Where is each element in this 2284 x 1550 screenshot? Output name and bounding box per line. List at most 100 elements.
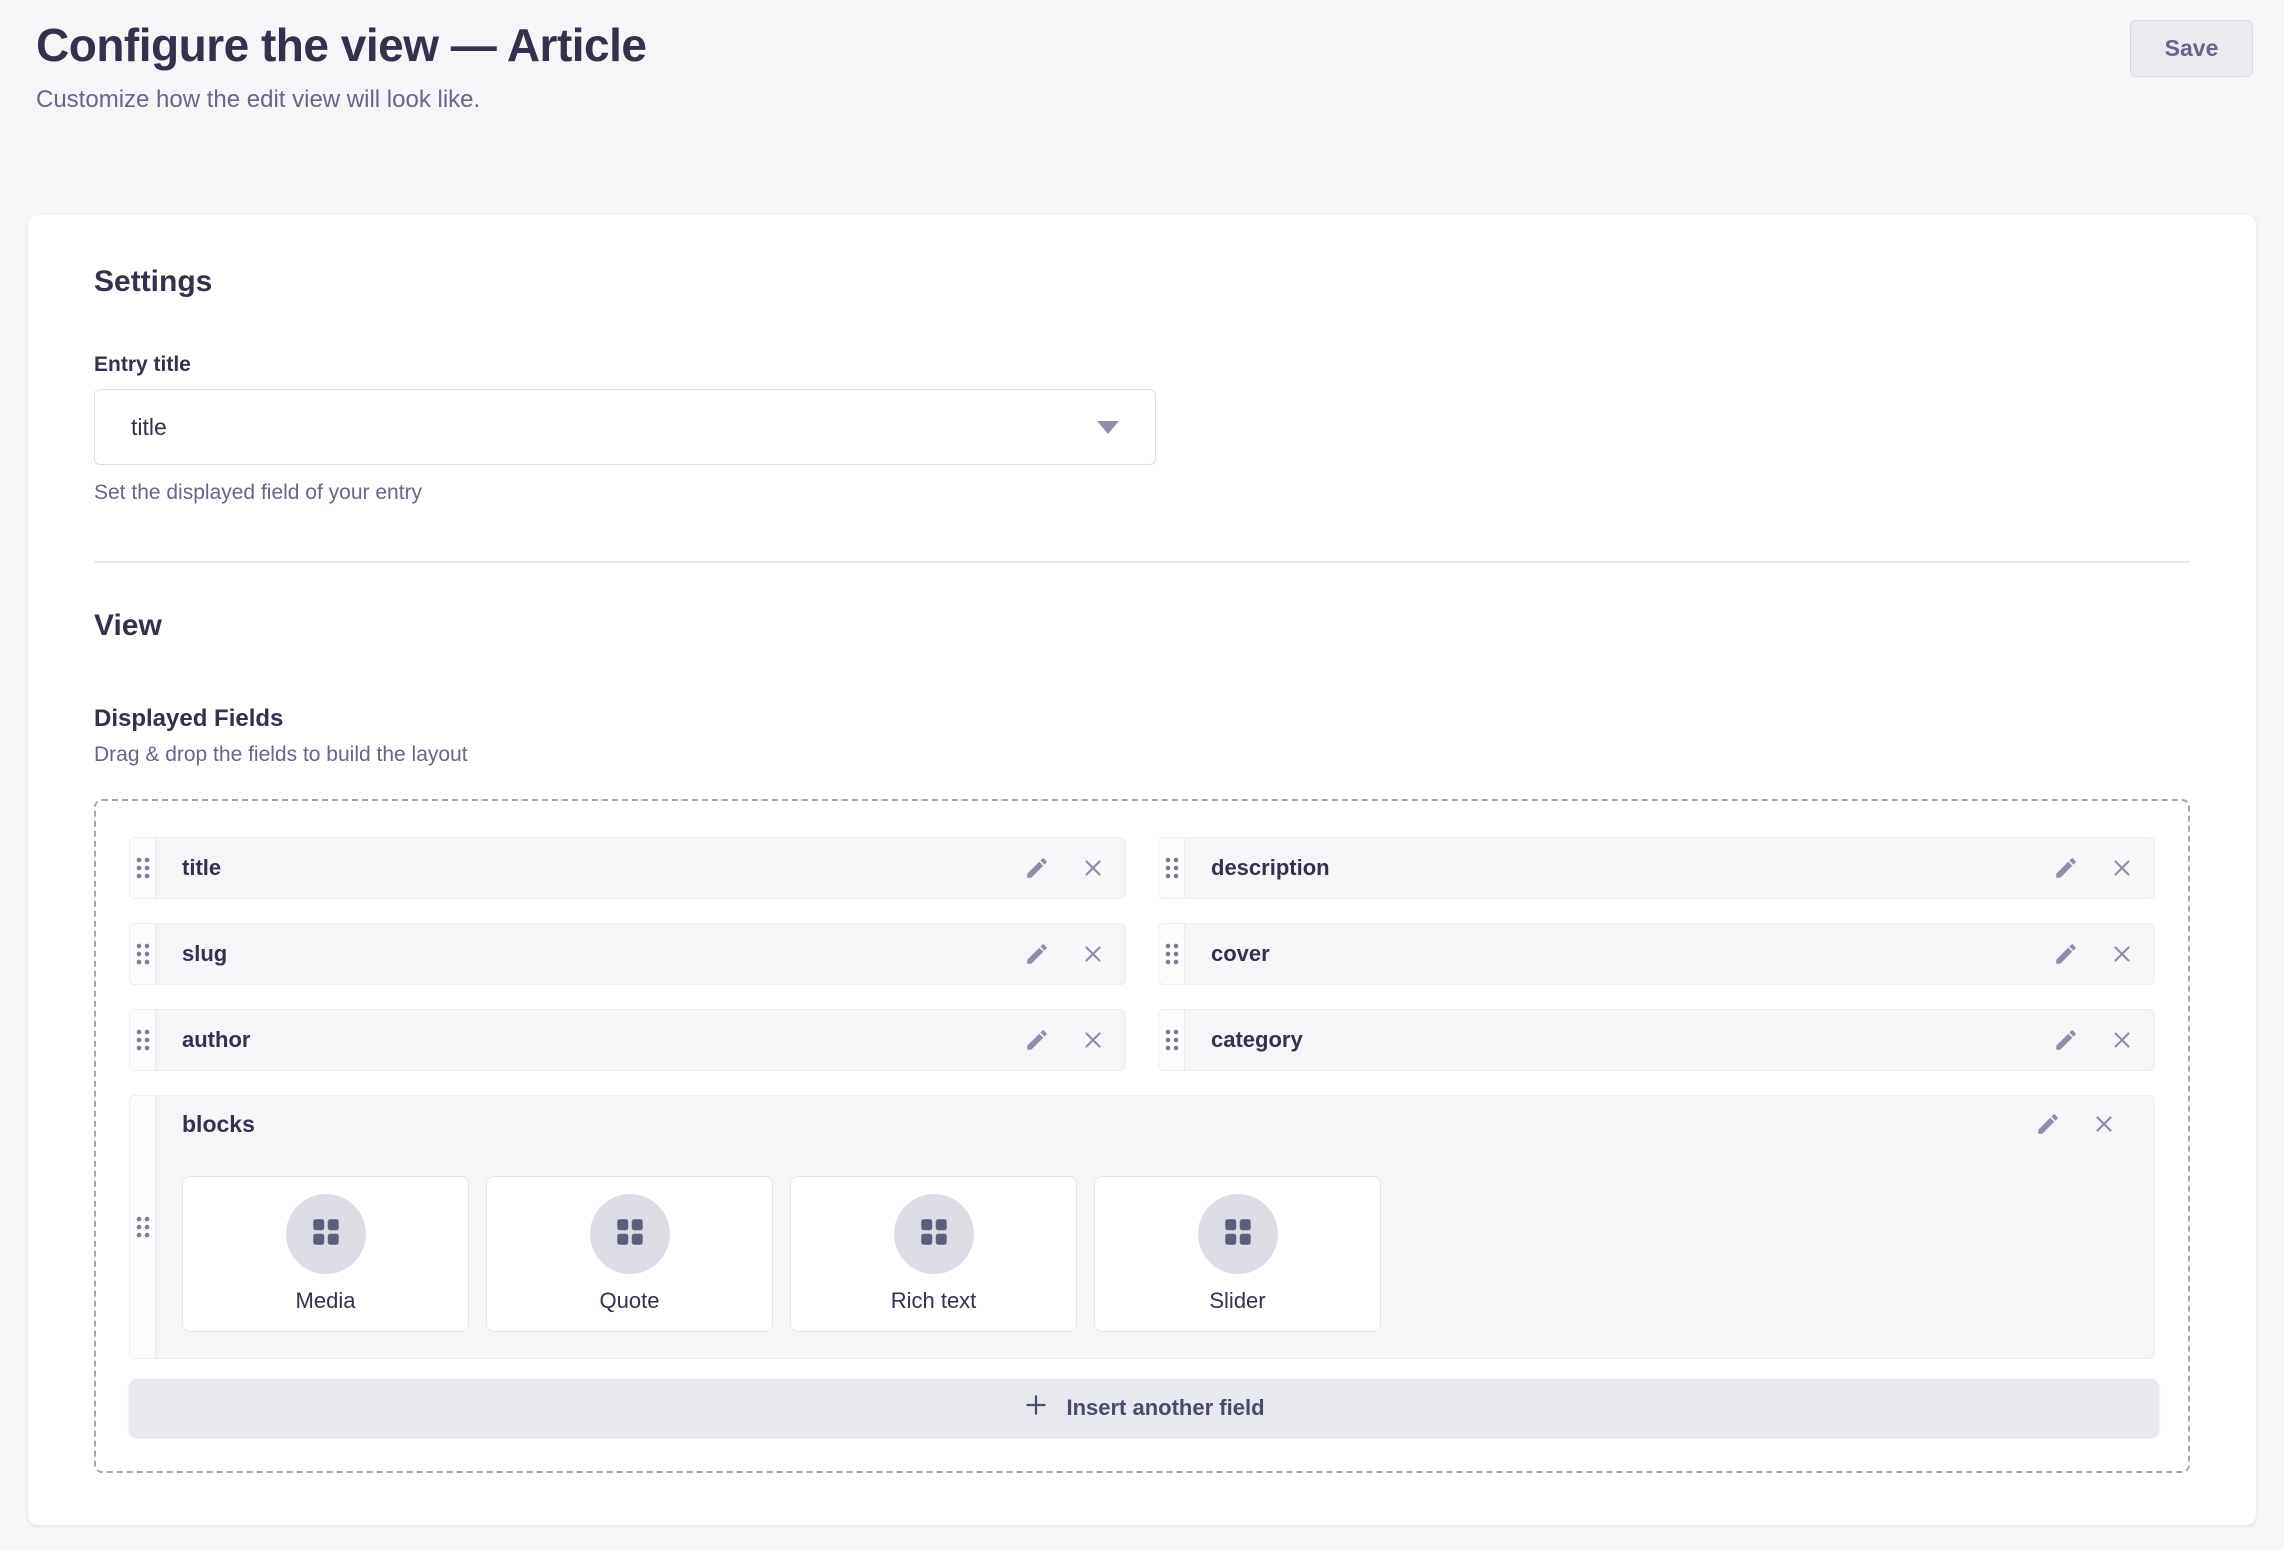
field-actions [2052, 924, 2154, 984]
field-actions [1023, 924, 1125, 984]
close-icon [2109, 941, 2135, 967]
component-avatar [894, 1194, 974, 1274]
component-card-rich-text[interactable]: Rich text [790, 1176, 1077, 1332]
grid-blocks-icon [612, 1214, 648, 1255]
remove-field-button[interactable] [2090, 1110, 2118, 1138]
component-name: Slider [1209, 1288, 1265, 1314]
drag-handle[interactable] [130, 838, 156, 898]
field-name: blocks [182, 1111, 255, 1138]
field-name: author [156, 1010, 1023, 1070]
remove-field-button[interactable] [2108, 940, 2136, 968]
field-name: slug [156, 924, 1023, 984]
field-row-cover[interactable]: cover [1158, 923, 2155, 985]
grid-blocks-icon [1220, 1214, 1256, 1255]
save-button[interactable]: Save [2130, 20, 2253, 77]
drag-handle-icon [136, 857, 150, 879]
entry-title-hint: Set the displayed field of your entry [94, 481, 2190, 505]
grid-blocks-icon [916, 1214, 952, 1255]
displayed-fields-title: Displayed Fields [94, 705, 2190, 733]
field-actions [2052, 1010, 2154, 1070]
pencil-icon [2053, 941, 2079, 967]
component-name: Quote [600, 1288, 660, 1314]
drag-handle-icon [136, 1029, 150, 1051]
remove-field-button[interactable] [1079, 1026, 1107, 1054]
field-actions [1023, 1010, 1125, 1070]
close-icon [1080, 1027, 1106, 1053]
component-header: blocks [182, 1110, 2136, 1138]
field-row-slug[interactable]: slug [129, 923, 1126, 985]
field-name: title [156, 838, 1023, 898]
plus-icon [1023, 1392, 1049, 1424]
drag-handle[interactable] [130, 1010, 156, 1070]
close-icon [2091, 1111, 2117, 1137]
remove-field-button[interactable] [1079, 940, 1107, 968]
drag-handle[interactable] [1159, 924, 1185, 984]
displayed-fields-subtitle: Drag & drop the fields to build the layo… [94, 743, 2190, 767]
insert-another-field-label: Insert another field [1066, 1395, 1264, 1421]
drag-handle[interactable] [130, 1096, 156, 1358]
field-row-blocks[interactable]: blocks Media [129, 1095, 2155, 1359]
edit-field-button[interactable] [1023, 1026, 1051, 1054]
drag-handle[interactable] [130, 924, 156, 984]
pencil-icon [1024, 855, 1050, 881]
component-card-media[interactable]: Media [182, 1176, 469, 1332]
page-subtitle: Customize how the edit view will look li… [36, 86, 2248, 114]
drag-handle[interactable] [1159, 838, 1185, 898]
entry-title-select[interactable]: title [94, 389, 1156, 465]
component-card-quote[interactable]: Quote [486, 1176, 773, 1332]
edit-field-button[interactable] [1023, 940, 1051, 968]
field-actions [2052, 838, 2154, 898]
pencil-icon [2053, 1027, 2079, 1053]
field-name: category [1185, 1010, 2052, 1070]
chevron-down-icon [1097, 421, 1119, 434]
grid-blocks-icon [308, 1214, 344, 1255]
field-row-category[interactable]: category [1158, 1009, 2155, 1071]
configuration-card: Settings Entry title title Set the displ… [28, 215, 2256, 1525]
field-row-description[interactable]: description [1158, 837, 2155, 899]
component-avatar [1198, 1194, 1278, 1274]
close-icon [1080, 941, 1106, 967]
field-row-author[interactable]: author [129, 1009, 1126, 1071]
view-heading: View [94, 609, 2190, 643]
remove-field-button[interactable] [1079, 854, 1107, 882]
drag-handle-icon [136, 1216, 150, 1238]
pencil-icon [1024, 1027, 1050, 1053]
section-divider [94, 561, 2190, 563]
close-icon [2109, 1027, 2135, 1053]
component-name: Media [296, 1288, 356, 1314]
entry-title-selected-value: title [131, 414, 167, 441]
drag-handle[interactable] [1159, 1010, 1185, 1070]
component-card-slider[interactable]: Slider [1094, 1176, 1381, 1332]
field-actions [2034, 1110, 2136, 1138]
edit-field-button[interactable] [2052, 940, 2080, 968]
fields-grid: title description [129, 837, 2155, 1359]
fields-dropzone: title description [94, 799, 2190, 1473]
drag-handle-icon [1165, 857, 1179, 879]
settings-heading: Settings [94, 265, 2190, 299]
entry-title-label: Entry title [94, 353, 2190, 377]
edit-field-button[interactable] [1023, 854, 1051, 882]
pencil-icon [2035, 1111, 2061, 1137]
insert-another-field-button[interactable]: Insert another field [129, 1379, 2159, 1437]
field-name: cover [1185, 924, 2052, 984]
page-title: Configure the view — Article [36, 16, 2248, 74]
field-actions [1023, 838, 1125, 898]
drag-handle-icon [1165, 1029, 1179, 1051]
drag-handle-icon [136, 943, 150, 965]
edit-field-button[interactable] [2034, 1110, 2062, 1138]
remove-field-button[interactable] [2108, 854, 2136, 882]
component-avatar [286, 1194, 366, 1274]
remove-field-button[interactable] [2108, 1026, 2136, 1054]
component-avatar [590, 1194, 670, 1274]
edit-field-button[interactable] [2052, 1026, 2080, 1054]
page-header: Configure the view — Article Customize h… [0, 0, 2284, 215]
field-name: description [1185, 838, 2052, 898]
close-icon [2109, 855, 2135, 881]
close-icon [1080, 855, 1106, 881]
component-name: Rich text [891, 1288, 977, 1314]
pencil-icon [2053, 855, 2079, 881]
field-row-title[interactable]: title [129, 837, 1126, 899]
edit-field-button[interactable] [2052, 854, 2080, 882]
dynamic-zone-components: Media Quote Rich text [182, 1176, 2136, 1332]
component-body: blocks Media [156, 1096, 2154, 1358]
